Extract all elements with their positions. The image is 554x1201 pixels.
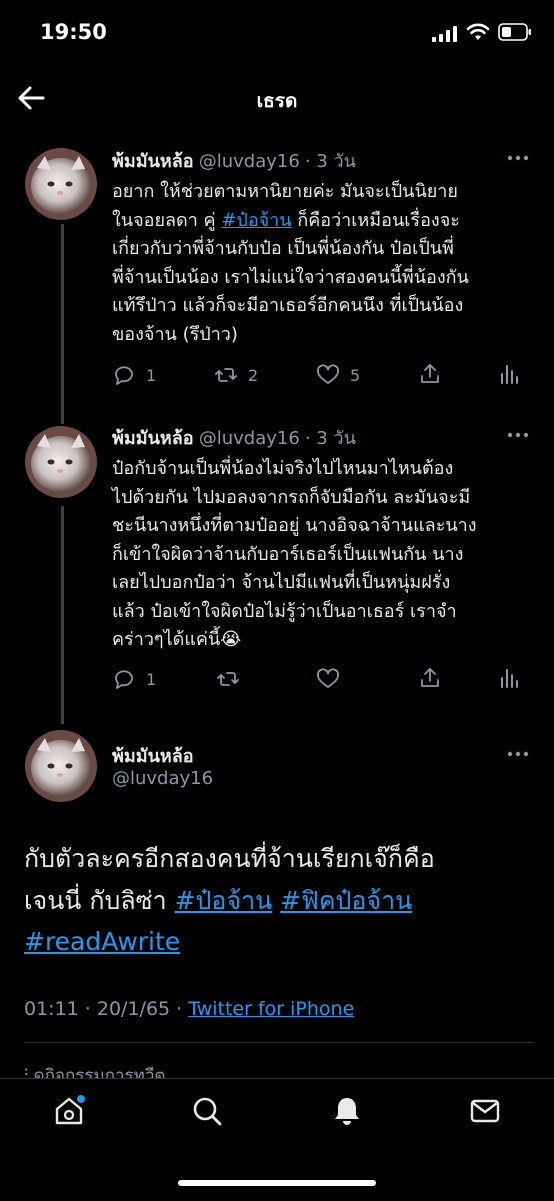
tweet-header: พ้มมันหล้อ @luvday16 · 3 วัน — [112, 423, 356, 452]
hashtag-link[interactable]: #ป๋อจ้าน — [175, 886, 273, 915]
tweet-text-line: เกี่ยวกับว่าพี่จ้านกับป๋อ เป็นพี่น้องกัน… — [112, 238, 454, 259]
search-icon[interactable] — [190, 1094, 224, 1128]
tweet-text-line: แท้รึป่าว แล้วก็จะมีอาเธอร์อีกคนนึง ที่เ… — [112, 295, 464, 316]
cat-avatar-icon — [25, 148, 97, 220]
more-icon[interactable] — [506, 154, 530, 162]
like-count: 5 — [350, 365, 361, 385]
retweet-icon — [215, 368, 237, 382]
tweet-text-line: อยาก ให้ช่วยตามหานิยายค่ะ มันจะเป็นนิยาย — [112, 181, 458, 202]
page-title: เธรด — [256, 90, 298, 112]
home-indicator — [178, 1180, 376, 1186]
reply-icon — [115, 670, 133, 689]
home-icon[interactable] — [52, 1094, 86, 1128]
reply-button[interactable]: 1 — [112, 667, 156, 691]
retweet-count: 2 — [248, 365, 259, 385]
retweet-button[interactable]: 2 — [214, 363, 258, 387]
more-icon[interactable] — [506, 750, 530, 758]
status-time: 19:50 — [40, 20, 107, 44]
tweet-time: · 3 วัน — [304, 428, 356, 449]
retweet-icon[interactable] — [216, 667, 240, 691]
avatar[interactable] — [25, 426, 97, 498]
like-button[interactable]: 5 — [316, 363, 360, 387]
messages-icon[interactable] — [468, 1094, 502, 1128]
analytics-icon[interactable] — [497, 666, 521, 690]
reply-count: 1 — [146, 669, 157, 689]
tweet-text: อยาก ให้ช่วยตามหานิยายค่ะ มันจะเป็นนิยาย… — [112, 178, 532, 349]
source-link[interactable]: Twitter for iPhone — [188, 998, 354, 1020]
thread-line — [61, 506, 64, 724]
tweet-text-line: กับตัวละครอีกสองคนที่จ้านเรียกเจ๊ก็คือ — [24, 844, 435, 873]
tweet-text-line: ของจ้าน (รึป่าว) — [112, 323, 238, 345]
tweet-text-line: พี่จ้านเป็นน้อง เราไม่แน่ใจว่าสองคนนี้พี… — [112, 266, 469, 288]
reply-icon — [115, 366, 133, 385]
reply-count: 1 — [146, 365, 157, 385]
share-icon[interactable] — [418, 666, 442, 690]
tweet-text-line: ในจอยลดา คู่ — [112, 209, 222, 231]
avatar[interactable] — [25, 148, 97, 220]
avatar[interactable] — [25, 730, 97, 802]
battery-icon — [498, 23, 531, 41]
tweet-text-line: ก็คือว่าเหมือนเรื่องจะ — [291, 209, 460, 231]
thread-line — [61, 224, 64, 424]
more-icon[interactable] — [506, 431, 530, 439]
reply-button[interactable]: 1 — [112, 363, 156, 387]
analytics-icon[interactable] — [497, 362, 521, 386]
wifi-icon — [466, 23, 490, 40]
divider — [24, 1042, 534, 1043]
cat-avatar-icon — [25, 730, 97, 802]
author-name[interactable]: พ้มมันหล้อ — [112, 428, 194, 449]
share-icon[interactable] — [418, 362, 442, 386]
timestamp-text: 01:11 · 20/1/65 · — [24, 998, 189, 1020]
notifications-icon[interactable] — [330, 1094, 364, 1128]
tweet-timestamp: 01:11 · 20/1/65 · Twitter for iPhone — [24, 998, 354, 1020]
tweet-text: ป๋อกับจ้านเป็นพี่น้องไม่จริงไปไหนมาไหนต้… — [112, 458, 477, 650]
author-handle[interactable]: @luvday16 — [199, 428, 300, 449]
main-tweet-text: กับตัวละครอีกสองคนที่จ้านเรียกเจ๊ก็คือ เ… — [24, 838, 534, 963]
like-icon — [317, 364, 339, 384]
tweet-time: · 3 วัน — [304, 151, 356, 172]
signal-icon — [432, 26, 457, 42]
hashtag-link[interactable]: #readAwrite — [24, 927, 180, 956]
author-name[interactable]: พ้มมันหล้อ — [112, 741, 194, 770]
tweet-header: พ้มมันหล้อ @luvday16 · 3 วัน — [112, 146, 356, 175]
author-handle[interactable]: @luvday16 — [112, 768, 213, 789]
hashtag-link[interactable]: #ฟิคป๋อจ้าน — [280, 886, 412, 915]
tweet-text-line: เจนนี่ กับลิซ่า — [24, 885, 175, 915]
like-icon[interactable] — [316, 667, 340, 691]
author-name[interactable]: พ้มมันหล้อ — [112, 151, 194, 172]
cat-avatar-icon — [25, 426, 97, 498]
author-handle[interactable]: @luvday16 — [199, 151, 300, 172]
hashtag-link[interactable]: #ป๋อจ้าน — [221, 210, 291, 231]
